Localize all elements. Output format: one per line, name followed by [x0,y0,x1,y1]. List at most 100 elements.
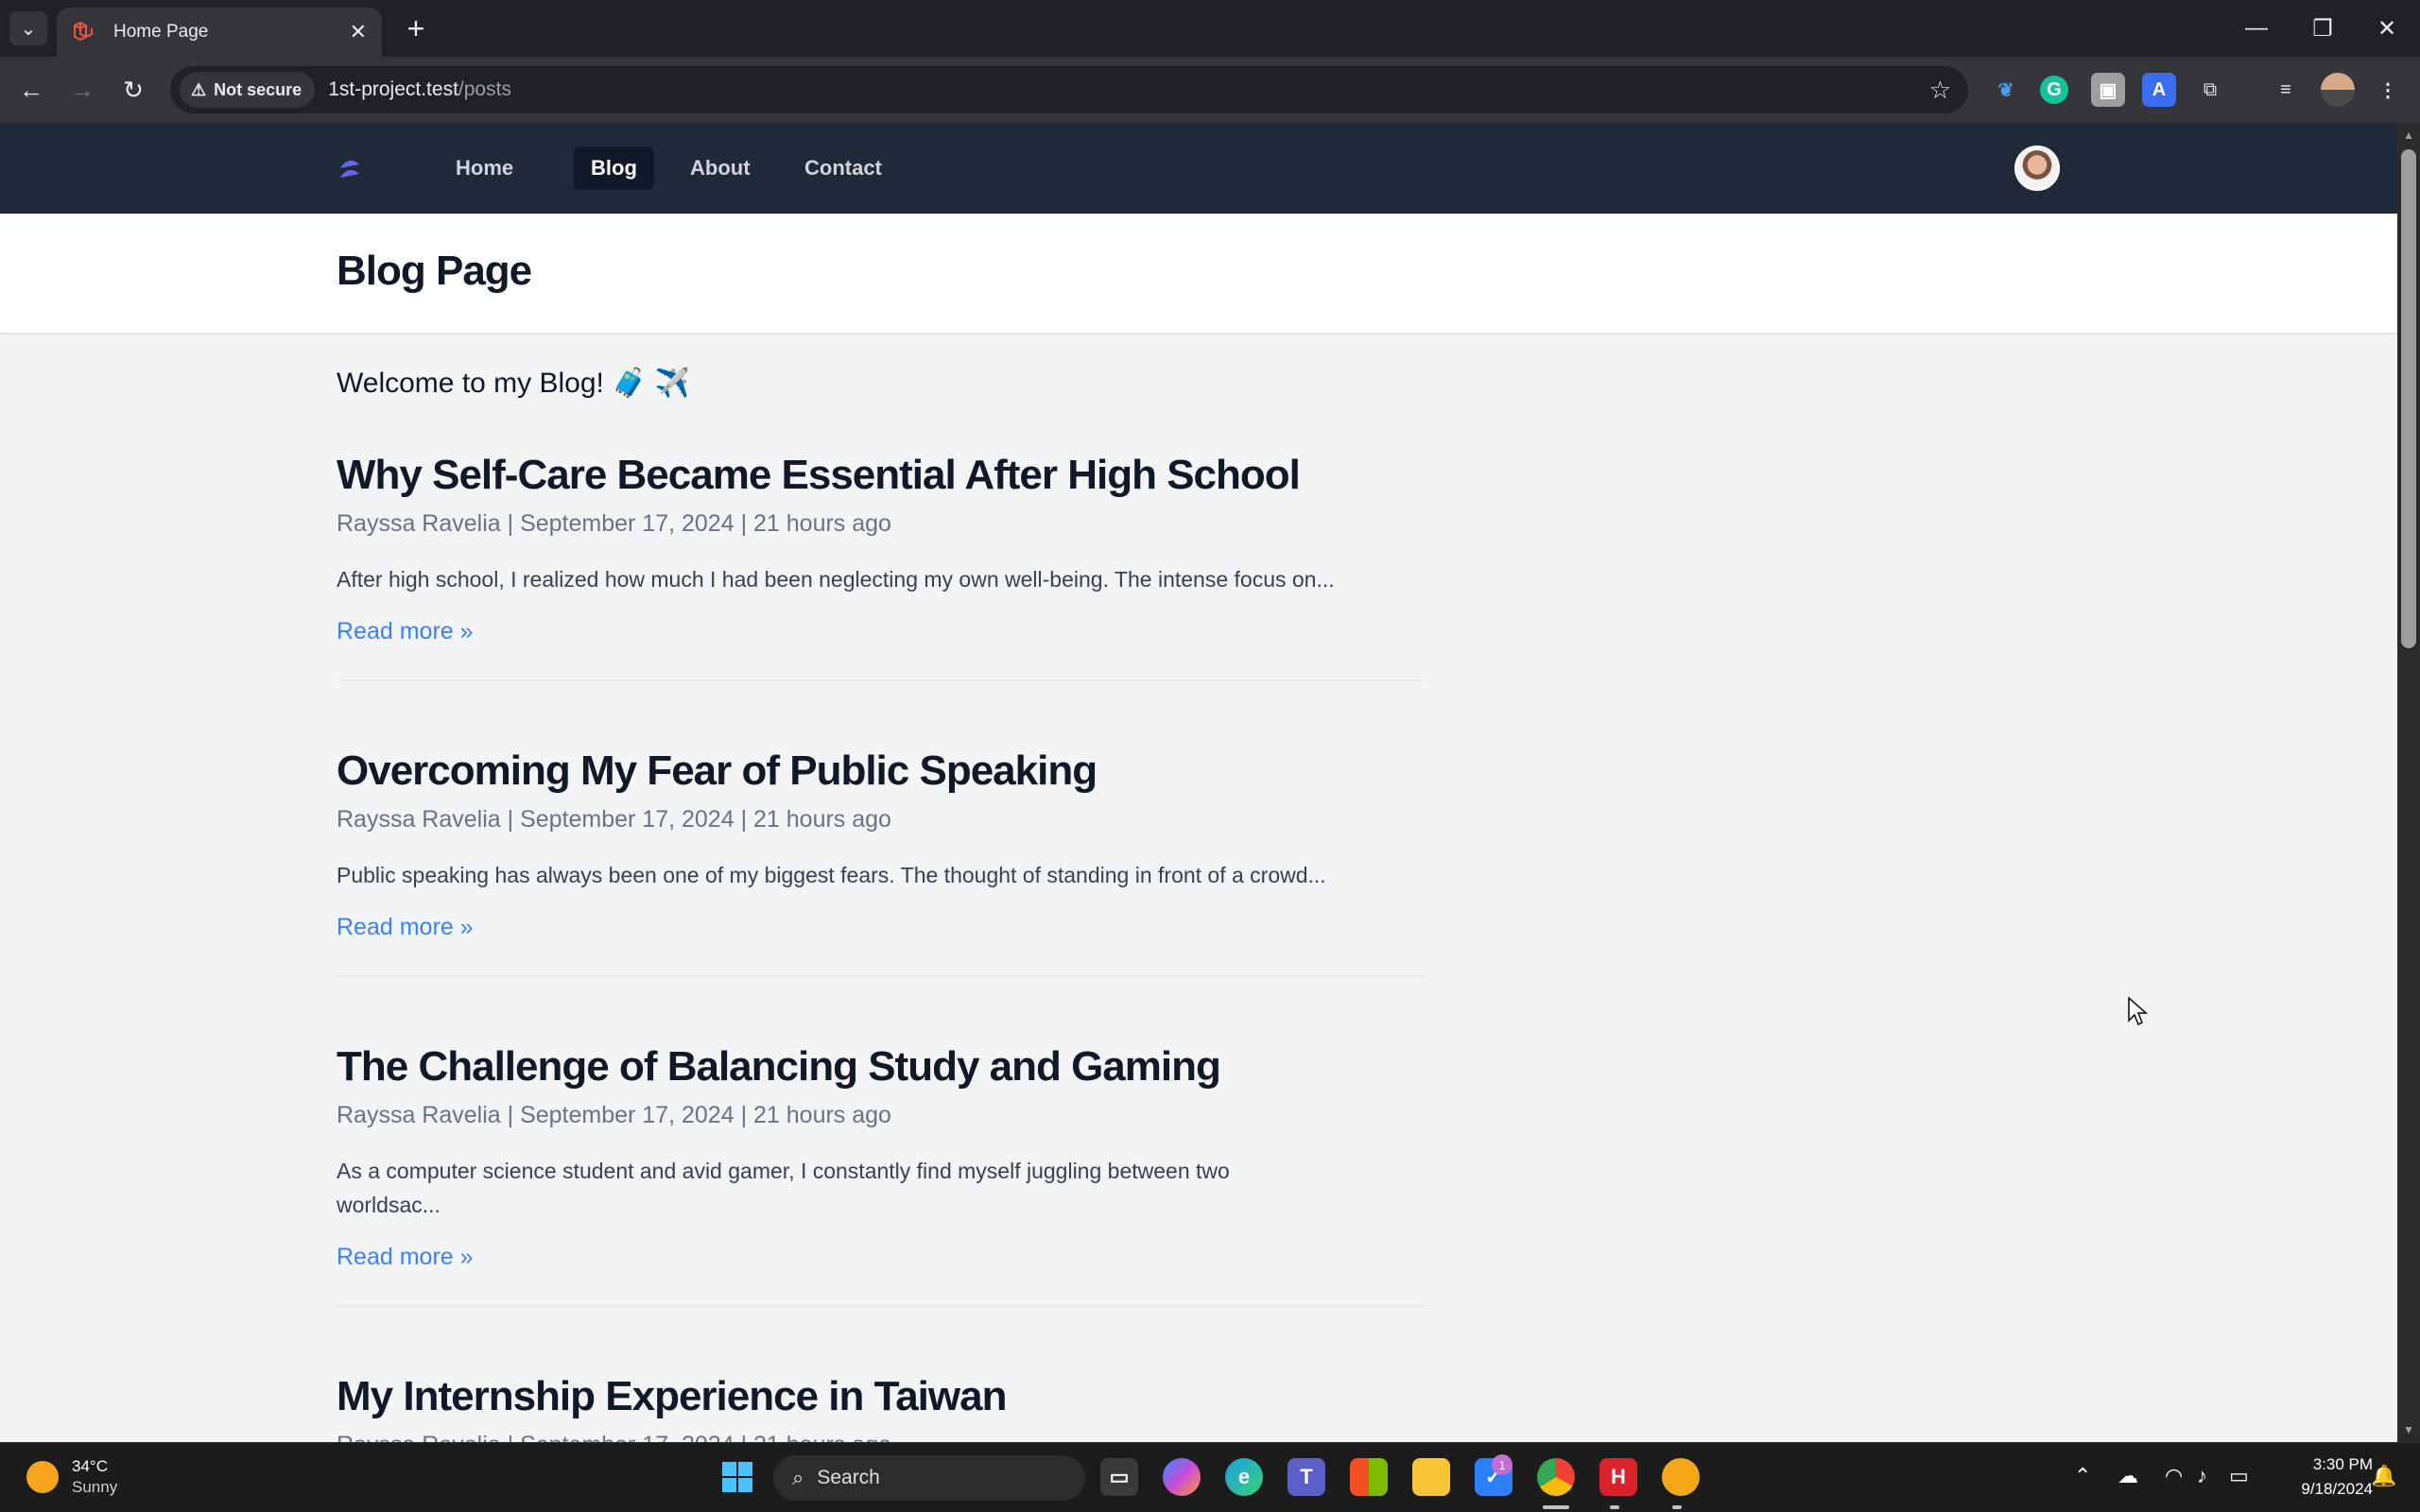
herd-running-indicator [1610,1505,1619,1509]
weather-temperature: 34°C [72,1457,108,1475]
grammarly-icon[interactable]: G [2040,76,2068,104]
new-tab-button[interactable]: + [397,11,435,45]
nav-home-link[interactable]: Home [439,146,530,190]
security-label: Not secure [214,79,302,99]
nav-blog-link[interactable]: Blog [574,146,654,190]
post-excerpt: Public speaking has always been one of m… [337,863,1326,887]
post-title[interactable]: Overcoming My Fear of Public Speaking [337,745,1426,798]
browser-toolbar: ← → ↻ ⚠ Not secure 1st-project.test/post… [0,57,2420,123]
tailwind-logo-icon[interactable] [337,153,382,183]
read-more-link[interactable]: Read more » [337,911,474,943]
nav-contact-link[interactable]: Contact [787,146,899,190]
edge-browser-icon[interactable]: e [1225,1458,1263,1496]
wifi-icon[interactable]: ◠ [2165,1464,2183,1488]
volume-icon[interactable]: ♪ [2197,1464,2207,1488]
tab-close-icon[interactable]: ✕ [350,20,367,44]
post-title[interactable]: Why Self-Care Became Essential After Hig… [337,449,1426,502]
taskbar-clock[interactable]: 3:30 PM 9/18/2024 [2269,1452,2373,1502]
microsoft-store-icon[interactable] [1350,1458,1388,1496]
page-title: Blog Page [337,248,532,294]
windows-logo-icon [722,1462,752,1492]
post-title[interactable]: My Internship Experience in Taiwan [337,1370,1426,1423]
nav-about-link[interactable]: About [673,146,768,190]
welcome-text: Welcome to my Blog! 🧳 ✈️ [337,368,691,399]
file-explorer-icon[interactable] [1412,1458,1450,1496]
site-navbar: Home Blog About Contact [0,123,2397,214]
restore-button[interactable]: ❐ [2290,0,2356,57]
clock-time: 3:30 PM [2312,1455,2373,1473]
url-host: 1st-project.test [328,78,458,100]
browser-tabstrip: ⌄ Home Page ✕ + — ❐ ✕ [0,0,2420,57]
forward-arrow-icon[interactable]: → [62,70,102,110]
reload-icon[interactable]: ↻ [113,70,153,110]
browser-menu-icon[interactable]: ⋮ [2371,73,2405,107]
herd-app-icon[interactable]: H [1599,1458,1637,1496]
close-window-button[interactable]: ✕ [2354,0,2420,57]
blog-post: My Internship Experience in Taiwan Rayss… [337,1370,1426,1442]
back-arrow-icon[interactable]: ← [11,70,51,110]
weather-widget[interactable]: 34°C Sunny [26,1456,117,1498]
translate-extension-icon[interactable]: A [2142,73,2176,107]
clock-date: 9/18/2024 [2301,1480,2373,1498]
read-more-link[interactable]: Read more » [337,615,474,647]
user-avatar[interactable] [2014,146,2060,191]
tableplus-running-indicator [1672,1505,1682,1509]
profile-avatar-icon[interactable] [2321,73,2355,107]
copilot-icon[interactable] [1163,1458,1201,1496]
post-title[interactable]: The Challenge of Balancing Study and Gam… [337,1040,1426,1093]
tableplus-app-icon[interactable] [1662,1458,1700,1496]
teams-icon[interactable]: T [1288,1458,1325,1496]
post-meta: Rayssa Ravelia | September 17, 2024 | 21… [337,806,891,833]
tab-title: Home Page [113,22,209,42]
taskbar-search[interactable]: ⌕ Search [773,1455,1085,1501]
tab-search-button[interactable]: ⌄ [9,11,47,45]
extension-bird-icon[interactable]: ❦ [1989,73,2023,107]
mouse-cursor-icon [2128,996,2148,1026]
extension-image-icon[interactable]: ▣ [2091,73,2125,107]
blog-post: The Challenge of Balancing Study and Gam… [337,1040,1426,1307]
minimize-button[interactable]: — [2223,0,2290,57]
chrome-browser-icon[interactable] [1537,1458,1575,1496]
browser-tab[interactable]: Home Page ✕ [57,8,382,57]
post-divider [337,679,1426,681]
windows-taskbar: 34°C Sunny ⌕ Search ▭ e T ✓ 1 H ⌃ ☁ ◠ ♪ … [0,1442,2420,1512]
post-excerpt: As a computer science student and avid g… [337,1159,1230,1217]
post-meta: Rayssa Ravelia | September 17, 2024 | 21… [337,1102,891,1128]
taskbar-search-label: Search [817,1467,880,1488]
url-text[interactable]: 1st-project.test/posts [328,78,511,101]
page-scrollbar[interactable]: ▲ ▼ [2397,123,2420,1442]
tray-chevron-up-icon[interactable]: ⌃ [2074,1464,2091,1488]
security-chip[interactable]: ⚠ Not secure [180,72,316,108]
chrome-active-indicator [1543,1505,1569,1509]
blog-post: Overcoming My Fear of Public Speaking Ra… [337,745,1426,977]
media-queue-icon[interactable]: ≡ [2269,73,2303,107]
warning-icon: ⚠ [191,79,207,99]
post-divider [337,1305,1426,1307]
post-excerpt: After high school, I realized how much I… [337,567,1335,592]
weather-condition: Sunny [72,1478,118,1496]
notification-bell-icon[interactable]: 🔔 [2371,1464,2396,1488]
notification-badge: 1 [1492,1454,1512,1475]
page-header: Blog Page [0,214,2397,333]
scroll-up-arrow-icon[interactable]: ▲ [2397,125,2420,146]
scroll-down-arrow-icon[interactable]: ▼ [2397,1419,2420,1440]
read-more-link[interactable]: Read more » [337,1241,474,1273]
blog-post: Why Self-Care Became Essential After Hig… [337,449,1426,681]
scrollbar-thumb[interactable] [2401,149,2416,648]
address-bar[interactable]: ⚠ Not secure 1st-project.test/posts ☆ [170,66,1968,113]
post-meta: Rayssa Ravelia | September 17, 2024 | 21… [337,510,891,537]
sun-icon [26,1461,59,1493]
onedrive-cloud-icon[interactable]: ☁ [2118,1464,2138,1488]
bookmark-star-icon[interactable]: ☆ [1929,76,1951,105]
windows-start-icon[interactable] [718,1458,756,1496]
url-path: /posts [458,78,511,100]
battery-icon[interactable]: ▭ [2229,1464,2249,1488]
laravel-favicon-icon [74,21,93,42]
search-icon: ⌕ [792,1466,804,1489]
chevron-down-icon: ⌄ [20,18,37,40]
extensions-puzzle-icon[interactable]: ⧉ [2193,73,2227,107]
task-view-icon[interactable]: ▭ [1100,1458,1138,1496]
web-page: Home Blog About Contact Blog Page Welcom… [0,123,2397,1442]
post-divider [337,975,1426,977]
post-meta: Rayssa Ravelia | September 17, 2024 | 21… [337,1429,1426,1442]
